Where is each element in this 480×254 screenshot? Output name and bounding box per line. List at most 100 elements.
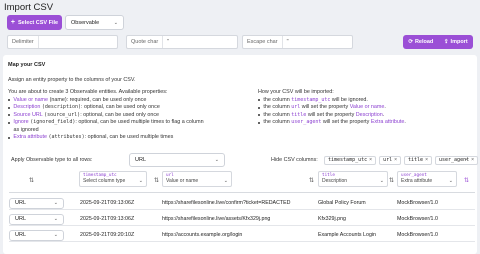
row-type-select[interactable]: URL ⌄ xyxy=(9,197,64,209)
import-icon: ⇪ xyxy=(443,39,449,45)
mapping-post: will set the property xyxy=(306,111,356,118)
bullet xyxy=(8,106,11,109)
import-preview-panel: How your CSV will be imported: the colum… xyxy=(258,89,473,127)
property-desc: : optional, can be used multiple times t… xyxy=(75,119,204,125)
bullet xyxy=(258,121,261,124)
escape-char-label: Escape char xyxy=(243,36,283,48)
entity-type-select[interactable]: Observable ⌄ xyxy=(65,15,124,30)
mapping-item: the column user_agent will set the prope… xyxy=(258,119,473,127)
property-desc: : optional, can be used multiple times xyxy=(84,134,174,140)
quote-char-field[interactable]: Quote char " xyxy=(126,35,238,49)
reload-button[interactable]: ⟳ Reload xyxy=(408,39,433,45)
delimiter-field[interactable]: Delimiter xyxy=(7,35,118,49)
import-button[interactable]: ⇪ Import xyxy=(444,39,468,45)
property-item: Extra attribute (attributes): optional, … xyxy=(8,134,258,142)
row-type-select[interactable]: URL ⌄ xyxy=(9,213,64,225)
select-csv-file-button[interactable]: + Select CSV File xyxy=(7,15,62,30)
mapping-item: the column url will set the property Val… xyxy=(258,104,473,112)
hidden-column-chip[interactable]: timestamp_utc × xyxy=(324,155,377,165)
cell-user-agent: MockBrowser/1.0 xyxy=(397,232,438,238)
chip-label: title xyxy=(408,157,424,163)
property-name: Source URL xyxy=(13,111,43,118)
property-name: Extra attribute xyxy=(13,134,47,140)
bullet xyxy=(258,114,261,117)
row-sort-icon[interactable]: ⇅ xyxy=(29,177,34,184)
mapping-end: . xyxy=(404,119,406,125)
cell-url: https://sharefilesonline.live/confirm?ti… xyxy=(162,200,291,206)
sort-icon[interactable]: ⇅ xyxy=(309,177,314,184)
property-desc: : required, can be used only once xyxy=(66,96,147,103)
properties-list: Value or name (name): required, can be u… xyxy=(8,97,258,142)
column-type-select[interactable]: title Description ⌄ xyxy=(318,171,388,187)
close-icon[interactable]: × xyxy=(394,157,397,163)
bullet xyxy=(258,106,261,109)
delimiter-label: Delimiter xyxy=(8,36,39,48)
column-type-value: Extra attribute xyxy=(401,178,433,184)
row-type-value: URL xyxy=(15,216,27,222)
mapping-column: url xyxy=(291,104,301,110)
row-type-value: URL xyxy=(15,232,27,238)
chevron-down-icon: ⌄ xyxy=(113,19,118,26)
chevron-down-icon: ⌄ xyxy=(214,157,219,163)
column-type-select[interactable]: timestamp_utc Select column type ⌄ xyxy=(79,171,147,187)
table-row: URL ⌄ 2025-09-21T09:13:06Z https://sharefil… xyxy=(9,197,475,210)
entity-type-value: Observable xyxy=(71,19,100,26)
property-desc: : optional, can be used only once xyxy=(80,111,160,118)
table-row: URL ⌄ 2025-09-21T09:20:10Z https://accounts… xyxy=(9,229,475,242)
chevron-down-icon[interactable]: ⌄ xyxy=(464,156,468,162)
hidden-column-chip[interactable]: url × xyxy=(379,155,402,165)
mapping-property: Value or name xyxy=(349,104,385,110)
property-desc: : optional, can be used only once xyxy=(81,104,160,110)
table-row: URL ⌄ 2025-09-21T09:13:06Z https://sharefil… xyxy=(9,213,475,226)
escape-char-field[interactable]: Escape char " xyxy=(242,35,353,49)
chip-label: timestamp_utc xyxy=(328,157,368,163)
column-type-value: Value or name xyxy=(166,178,199,184)
close-icon[interactable]: × xyxy=(425,157,428,163)
sort-icon[interactable]: ⇅ xyxy=(464,177,469,184)
close-icon[interactable]: × xyxy=(471,157,474,163)
property-name: Description xyxy=(13,104,41,110)
mapping-column: user_agent xyxy=(291,119,322,125)
apply-type-select[interactable]: URL ⌄ xyxy=(129,153,225,167)
chevron-down-icon: ⌄ xyxy=(138,178,143,184)
chevron-down-icon: ⌄ xyxy=(53,216,58,222)
mapping-list: the column timestamp_utc will be ignored… xyxy=(258,97,473,127)
reload-import-group: ⟳ Reload ⇪ Import xyxy=(403,35,473,49)
hidden-column-chip[interactable]: user_agent × xyxy=(435,155,479,165)
reload-label: Reload xyxy=(414,39,434,45)
chevron-down-icon: ⌄ xyxy=(53,232,58,238)
mapping-item: the column timestamp_utc will be ignored… xyxy=(258,97,473,105)
property-code: (ignored_field) xyxy=(30,119,76,125)
mapping-column: title xyxy=(291,111,307,118)
mapping-end: . xyxy=(384,104,386,110)
mapping-post: will set the property xyxy=(300,104,350,110)
cell-url: https://sharefilesonline.live/assets/Kfx… xyxy=(162,216,271,222)
hide-columns-select[interactable]: timestamp_utc × url × title × user_agent × xyxy=(324,153,479,167)
mapping-item: the column title will set the property D… xyxy=(258,112,473,120)
row-type-select[interactable]: URL ⌄ xyxy=(9,229,64,241)
cell-user-agent: MockBrowser/1.0 xyxy=(397,200,438,206)
sort-icon[interactable]: ⇅ xyxy=(389,177,394,184)
hidden-column-chip[interactable]: title × xyxy=(404,155,432,165)
property-name: Value or name xyxy=(13,96,49,103)
property-desc-continued: as ignored xyxy=(13,126,39,133)
mapping-pre: the column xyxy=(263,119,292,125)
cell-user-agent: MockBrowser/1.0 xyxy=(397,216,438,222)
reload-icon: ⟳ xyxy=(408,39,413,45)
bullet xyxy=(8,136,11,139)
cell-url: https://accounts.example.org/login xyxy=(162,232,243,238)
mapping-pre: the column xyxy=(263,111,292,118)
bullet xyxy=(8,121,11,124)
plus-icon: + xyxy=(10,19,16,26)
column-type-select[interactable]: url Value or name ⌄ xyxy=(162,171,232,187)
mapping-pre: the column xyxy=(263,96,292,103)
import-preview-title: How your CSV will be imported: xyxy=(258,89,334,95)
mapping-column: timestamp_utc xyxy=(291,96,331,103)
chevron-down-icon: ⌄ xyxy=(379,178,384,184)
properties-panel: You are about to create 3 Observable ent… xyxy=(8,89,258,142)
sort-icon[interactable]: ⇅ xyxy=(154,177,159,184)
import-label: Import xyxy=(450,39,468,45)
close-icon[interactable]: × xyxy=(369,157,372,163)
select-csv-file-label: Select CSV File xyxy=(18,19,59,26)
column-type-select[interactable]: user_agent Extra attribute ⌄ xyxy=(397,171,457,187)
